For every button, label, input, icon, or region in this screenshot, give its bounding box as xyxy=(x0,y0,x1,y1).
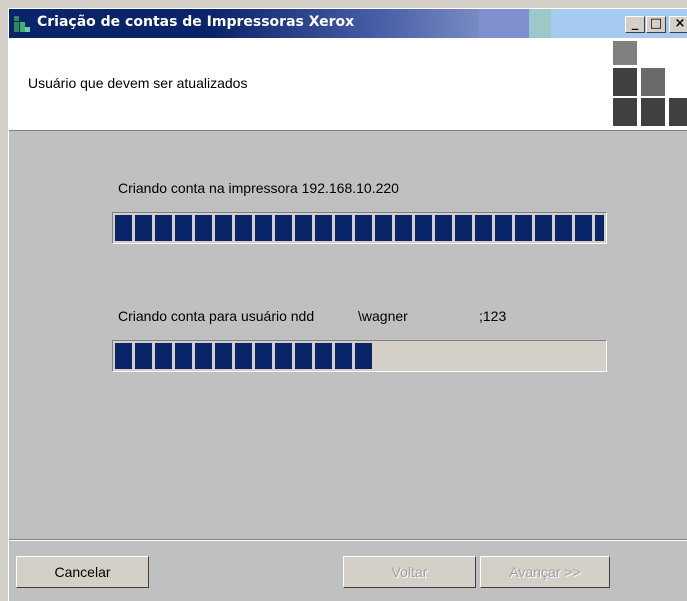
cancel-button[interactable]: Cancelar xyxy=(16,556,149,588)
close-icon: × xyxy=(674,16,686,31)
minimize-icon: _ xyxy=(631,16,639,31)
window-title: Criação de contas de Impressoras Xerox xyxy=(37,14,355,30)
blocks-logo-icon xyxy=(613,38,687,130)
user-progress-bar xyxy=(112,340,607,372)
footer-divider xyxy=(9,539,687,541)
user-task-label-prefix: Criando conta para usuário ndd xyxy=(118,308,315,324)
printer-progress-fill xyxy=(115,215,604,241)
header-subtitle: Usuário que devem ser atualizados xyxy=(28,75,248,91)
title-bar-stripe xyxy=(479,9,529,38)
next-button[interactable]: Avançar >> xyxy=(480,556,610,588)
user-task-label-user: \wagner xyxy=(358,308,408,324)
maximize-button[interactable]: □ xyxy=(646,16,666,33)
title-bar[interactable]: Criação de contas de Impressoras Xerox _… xyxy=(9,9,687,38)
user-task-label-code: ;123 xyxy=(479,308,507,324)
printer-progress-bar xyxy=(112,212,607,244)
user-progress-fill xyxy=(115,343,374,369)
back-button[interactable]: Voltar xyxy=(343,556,476,588)
printer-task-label: Criando conta na impressora 192.168.10.2… xyxy=(118,180,399,196)
title-bar-stripe xyxy=(551,9,687,38)
maximize-icon: □ xyxy=(649,16,663,31)
wizard-window: Criação de contas de Impressoras Xerox _… xyxy=(8,8,687,601)
minimize-button[interactable]: _ xyxy=(625,16,645,33)
wizard-header: Usuário que devem ser atualizados xyxy=(9,38,687,131)
close-button[interactable]: × xyxy=(669,16,687,33)
app-icon xyxy=(14,16,30,32)
title-bar-stripe xyxy=(529,9,551,38)
